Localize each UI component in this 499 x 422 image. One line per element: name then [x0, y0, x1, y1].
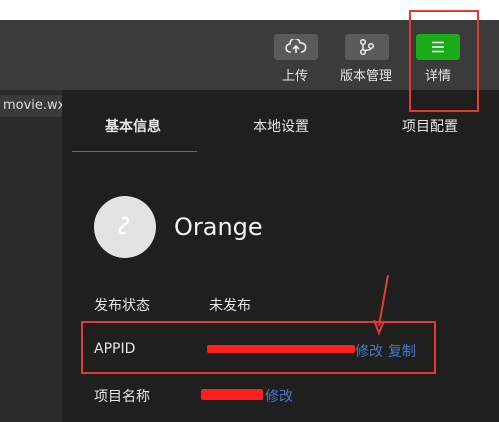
annotation-arrow [373, 274, 389, 336]
